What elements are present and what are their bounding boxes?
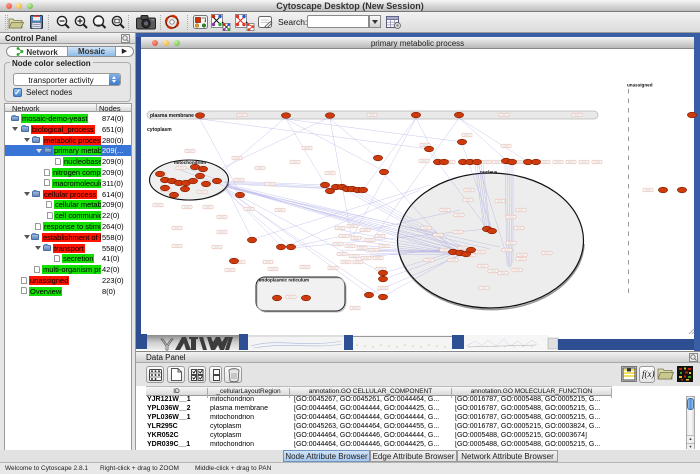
svg-text:cytoplasm: cytoplasm [147, 127, 172, 133]
svg-text:unassigned: unassigned [627, 83, 653, 88]
svg-text:nucleus: nucleus [480, 170, 498, 175]
svg-text:endoplasmic reticulum: endoplasmic reticulum [259, 278, 309, 283]
svg-text:mitochondrion: mitochondrion [174, 160, 206, 165]
svg-text:plasma membrane: plasma membrane [150, 113, 194, 119]
